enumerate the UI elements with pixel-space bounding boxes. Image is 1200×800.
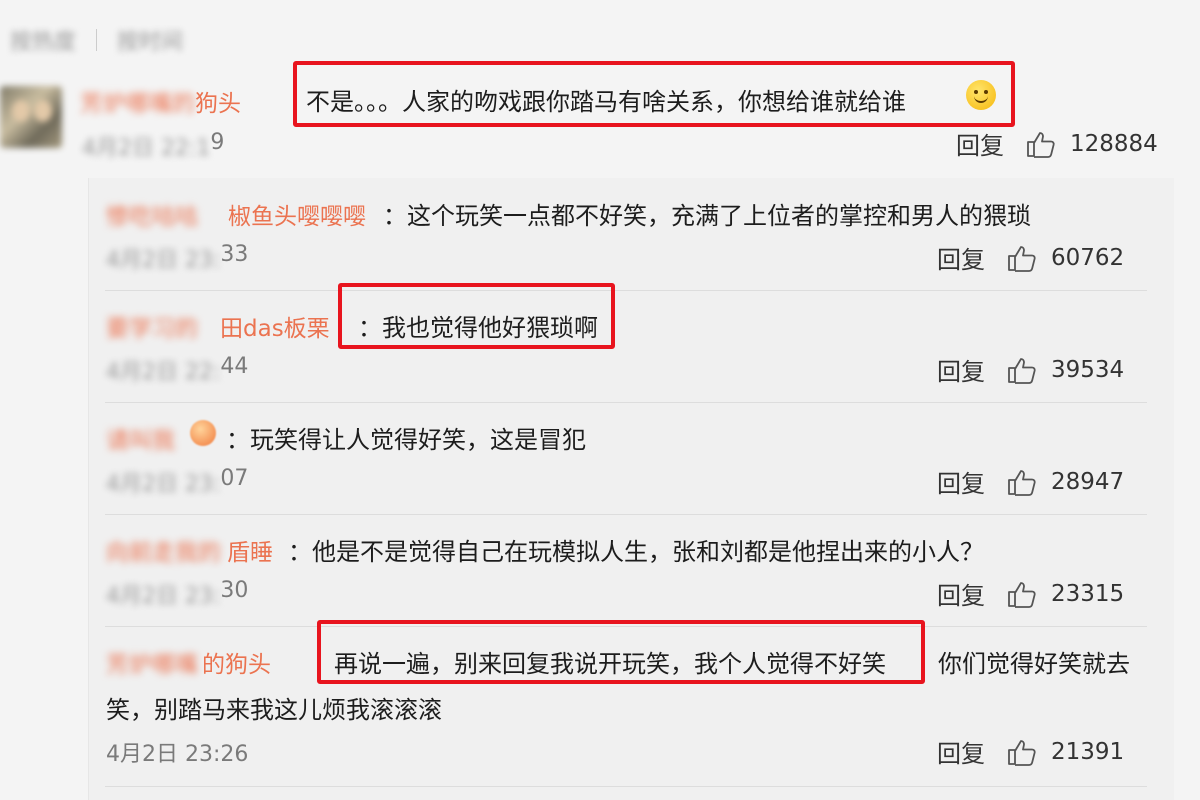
username-blurred: 要学习的 (106, 316, 198, 342)
reply-time: 4月2日 23: 33 (106, 242, 248, 274)
comment-time: 4月2日 22:1 9 (82, 130, 224, 162)
thumbs-up-icon[interactable] (1026, 130, 1056, 158)
highlight-box (293, 61, 1015, 127)
avatar[interactable] (0, 86, 62, 148)
like-count: 28947 (1051, 468, 1125, 495)
time-blurred: 4月2日 23: (106, 248, 221, 273)
reply-text-line2: 笑，别踏马来我这儿烦我滚滚滚 (106, 696, 442, 724)
reply-divider (105, 402, 1147, 403)
reply-button[interactable]: 回复 (956, 126, 1004, 161)
reply-button[interactable]: 回复 (937, 240, 985, 275)
reply-button[interactable]: 回复 (937, 352, 985, 387)
username-visible: 椒鱼头嘤嘤嘤 (228, 204, 366, 230)
sort-tab-time[interactable]: 按时间 (117, 24, 183, 56)
username-visible: 的狗头 (202, 652, 271, 678)
like-count: 23315 (1051, 580, 1125, 607)
reply-username[interactable]: 要学习的 田das板栗 (106, 309, 330, 343)
avatar-face (12, 100, 30, 122)
thumbs-up-icon[interactable] (1007, 468, 1037, 496)
username-visible: 田das板栗 (220, 316, 330, 342)
username-blurred: 惨吃咕咕 (106, 204, 198, 230)
reply-actions: 回复 60762 (937, 240, 1124, 275)
username-visible: 盾睡 (227, 540, 273, 566)
reply-time: 4月2日 22: 44 (106, 354, 248, 386)
thumbs-up-icon[interactable] (1007, 738, 1037, 766)
time-blurred: 4月2日 23: (106, 584, 221, 609)
time-blurred: 4月2日 22: (106, 360, 221, 385)
reply-time: 4月2日 23: 30 (106, 578, 248, 610)
reply-divider (105, 290, 1147, 291)
reply-time: 4月2日 23: 07 (106, 466, 248, 498)
like-count: 128884 (1070, 130, 1158, 157)
avatar-face (34, 100, 52, 122)
time-visible: 07 (220, 466, 249, 491)
reply-text: ：这个玩笑一点都不好笑，充满了上位者的掌控和男人的猥琐 (383, 202, 1031, 230)
reply-button[interactable]: 回复 (937, 734, 985, 769)
username-blurred: 请叫我 (106, 428, 175, 454)
comment-actions: 回复 128884 (956, 126, 1158, 161)
reply-text: ：玩笑得让人觉得好笑，这是冒犯 (226, 426, 586, 454)
reply-divider (105, 786, 1147, 787)
time-visible: 9 (210, 130, 225, 155)
username-visible: 狗头 (195, 91, 241, 117)
reply-actions: 回复 23315 (937, 576, 1124, 611)
reply-button[interactable]: 回复 (937, 464, 985, 499)
reply-divider (105, 514, 1147, 515)
time-visible: 33 (220, 242, 249, 267)
reply-username[interactable]: 芳炉哪嘴 的狗头 (106, 645, 271, 679)
tab-divider (96, 29, 98, 51)
username-blurred: 向前走我的 (106, 540, 221, 566)
reply-actions: 回复 28947 (937, 464, 1124, 499)
thumbs-up-icon[interactable] (1007, 244, 1037, 272)
time-blurred: 4月2日 22:1 (82, 136, 211, 161)
reply-username[interactable]: 向前走我的 盾睡 (106, 533, 273, 567)
highlight-box (338, 283, 615, 349)
username-blurred: 芳炉哪嘴 (106, 652, 198, 678)
thumbs-up-icon[interactable] (1007, 356, 1037, 384)
like-count: 21391 (1051, 738, 1125, 765)
reply-button[interactable]: 回复 (937, 576, 985, 611)
reply-actions: 回复 21391 (937, 734, 1124, 769)
reply-actions: 回复 39534 (937, 352, 1124, 387)
reply-text: ：他是不是觉得自己在玩模拟人生，张和刘都是他捏出来的小人？ (288, 538, 984, 566)
reply-username[interactable]: 请叫我 (106, 421, 175, 455)
highlight-box (317, 620, 925, 684)
like-count: 39534 (1051, 356, 1125, 383)
time-blurred: 4月2日 23: (106, 472, 221, 497)
sort-tab-hot[interactable]: 按热度 (10, 24, 76, 56)
like-count: 60762 (1051, 244, 1125, 271)
reply-username[interactable]: 惨吃咕咕 椒鱼头嘤嘤嘤 (106, 197, 366, 231)
smile-emoji-icon (190, 420, 216, 446)
reply-time: 4月2日 23:26 (106, 742, 249, 767)
reply-text: 你们觉得好笑就去 (938, 650, 1130, 678)
username-blurred: 芳炉哪嘴的 (80, 91, 195, 117)
time-visible: 44 (220, 354, 249, 379)
time-visible: 30 (220, 578, 249, 603)
comment-username[interactable]: 芳炉哪嘴的 狗头 (80, 84, 241, 118)
sort-tabs: 按热度 按时间 (0, 22, 183, 58)
thumbs-up-icon[interactable] (1007, 580, 1037, 608)
